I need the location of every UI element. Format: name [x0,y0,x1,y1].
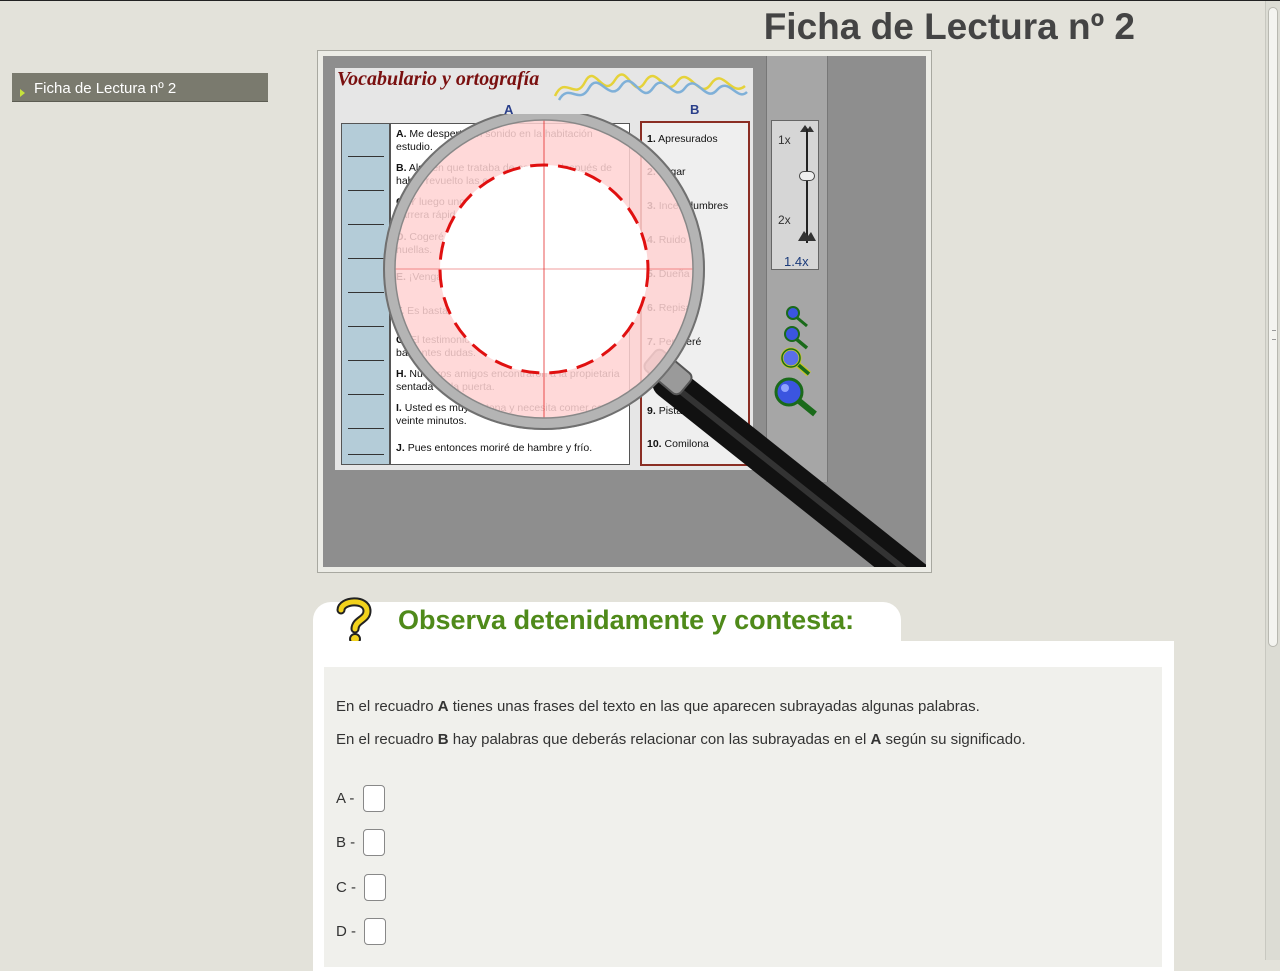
word-item: 3. Incertidumbres [647,200,729,212]
zoom-slider-thumb[interactable] [799,171,815,181]
answer-line [348,292,384,293]
answer-line [348,258,384,259]
scrollbar-grip [1272,330,1276,340]
answer-row-d: D - [336,918,387,945]
instruction-paragraph-2: En el recuadro B hay palabras que deberá… [336,731,1026,748]
answer-input-b[interactable] [363,829,386,856]
zoom-slider-track[interactable] [806,129,808,243]
answer-label-c: C - [336,879,356,896]
word-item: 5. Dueña [647,268,690,280]
answer-label-a: A - [336,790,355,807]
word-item: 1. Apresurados [647,133,718,145]
answer-line [348,224,384,225]
answer-label-b: B - [336,834,356,851]
word-item: 9. Pistas [647,405,688,417]
answer-line [348,454,384,455]
zoom-value: 1.4x [784,254,809,269]
decorative-squiggle [553,73,748,101]
answer-row-c: C - [336,874,387,901]
answer-column [341,123,390,465]
column-b-label: B [690,102,700,117]
scrollbar-thumb[interactable] [1268,7,1278,647]
answer-line [348,394,384,395]
answer-line [348,190,384,191]
word-item: 2. Lugar [647,166,686,178]
sidebar-item-ficha-lectura[interactable]: Ficha de Lectura nº 2 [12,73,268,102]
word-item: 6. Repisas [647,302,697,314]
answer-line [348,428,384,429]
sentence-f: F. Es bastante torpe fuera del agua. [396,305,563,317]
answer-input-a[interactable] [362,785,385,812]
sidebar-item-label: Ficha de Lectura nº 2 [34,80,177,97]
answer-line [348,360,384,361]
word-item: 4. Ruido [647,234,687,246]
zoom-slider-panel[interactable]: 1x 2x 1.4x [771,120,819,270]
box-a-sentences: A. Me despertó un sonido en la habitació… [390,123,630,465]
zoom-max-label: 2x [778,213,791,227]
answer-row-a: A - [336,785,385,812]
arrow-right-icon [20,89,25,97]
word-item: 8. [647,371,656,383]
question-title: Observa detenidamente y contesta: [398,605,855,635]
question-mark-icon [336,597,372,645]
answer-input-d[interactable] [364,918,387,945]
sentence-d: D. Cogeré mi lupa y veremos si ha dejado… [396,231,592,256]
column-a-label: A [504,102,514,117]
word-item: 7. Pereceré [647,336,702,348]
instruction-paragraph-1: En el recuadro A tienes unas frases del … [336,698,980,715]
sentence-i: I. Usted es muy glotona y necesita comer… [396,402,615,427]
magnifier-applet[interactable]: Vocabulario y ortografía A B A. Me despe… [323,56,926,567]
answer-input-c[interactable] [364,874,387,901]
sentence-a: A. Me despertó un sonido en la habitació… [396,128,593,153]
answer-label-d: D - [336,923,356,940]
sentence-b: B. Alguien que trataba de escapar despué… [396,162,612,187]
answer-line [348,326,384,327]
window-top-border [0,0,1280,1]
sentence-g: G. El testimonio de ambos puede aclarar … [396,334,587,359]
vertical-scrollbar[interactable] [1265,1,1280,960]
sentence-e: E. ¡Venga! Le mostraré el sitio exacto. [396,271,574,283]
box-b-words: 1. Apresurados 2. Lugar 3. Incertidumbre… [640,121,750,466]
worksheet-title: Vocabulario y ortografía [337,68,540,90]
sentence-h: H. Nuestros amigos encontraron a la prop… [396,368,620,393]
sentence-c: C. Y luego unos pasos acelerados como de… [396,196,599,221]
worksheet-image: Vocabulario y ortografía A B A. Me despe… [335,68,753,470]
answer-line [348,156,384,157]
page-title: Ficha de Lectura nº 2 [763,6,1135,47]
sentence-j: J. Pues entonces moriré de hambre y frío… [396,442,593,454]
mountain-large-icon [798,231,816,241]
word-item: 10. Comilona [647,438,709,450]
answer-row-b: B - [336,829,386,856]
magnifier-size-4-icon[interactable] [771,374,825,420]
zoom-min-label: 1x [778,133,791,147]
